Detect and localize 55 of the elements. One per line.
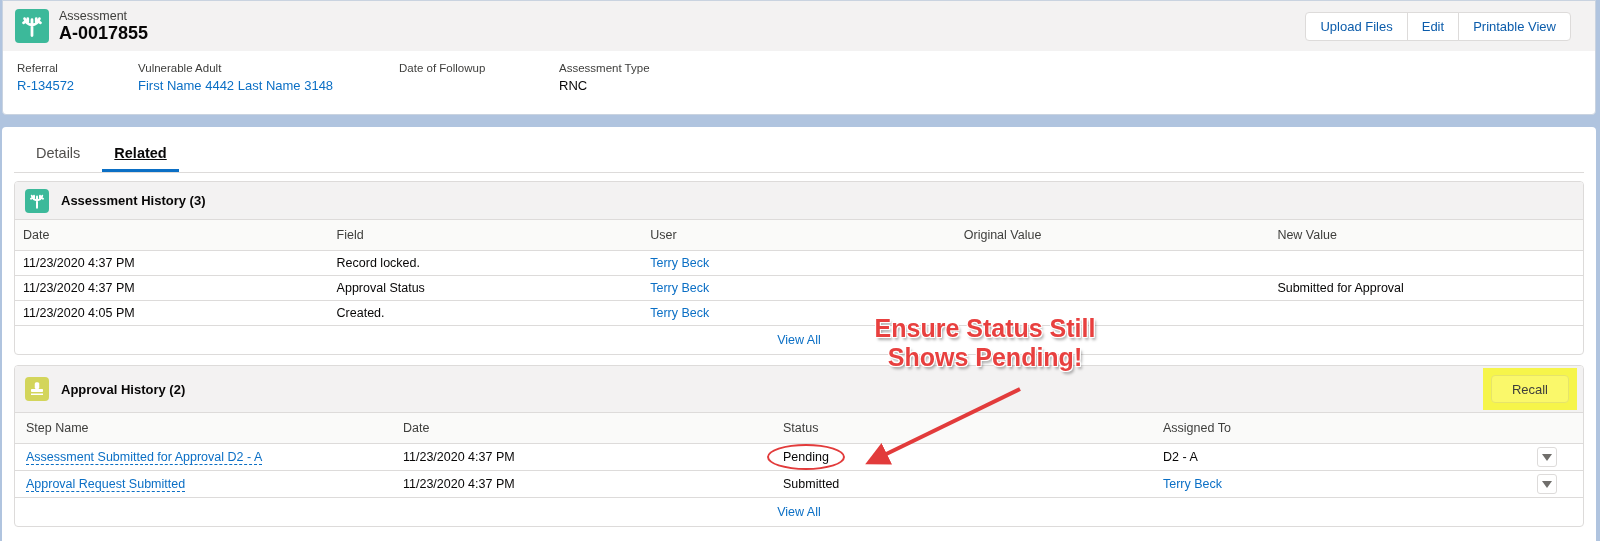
table-cell: 11/23/2020 4:37 PM bbox=[15, 250, 329, 276]
record-title: A-0017855 bbox=[59, 22, 150, 44]
callout-text: Ensure Status Still bbox=[874, 314, 1096, 343]
table-cell: Approval Status bbox=[328, 275, 643, 301]
plant-icon bbox=[25, 188, 49, 213]
circled-text: Pending bbox=[767, 444, 845, 470]
column-header: User bbox=[642, 219, 956, 251]
column-header: Date bbox=[392, 412, 772, 444]
row-menu-button[interactable] bbox=[1537, 474, 1557, 494]
table-cell: Created. bbox=[328, 300, 643, 326]
table-cell: Record locked. bbox=[328, 250, 643, 276]
user-link[interactable]: Terry Beck bbox=[1163, 477, 1223, 491]
row-menu-button[interactable] bbox=[1537, 447, 1557, 467]
column-header: Assigned To bbox=[1152, 412, 1526, 444]
table-cell: Submitted bbox=[772, 470, 1152, 498]
tab[interactable]: Details bbox=[24, 139, 93, 172]
field-link[interactable]: R-134572 bbox=[17, 78, 75, 93]
stamp-icon bbox=[25, 377, 49, 401]
plant-icon bbox=[15, 9, 49, 43]
column-header: Original Value bbox=[955, 219, 1270, 251]
field-link[interactable]: First Name 4442 Last Name 3148 bbox=[138, 78, 334, 93]
field-label: Assessment Type bbox=[559, 62, 650, 74]
user-link[interactable]: Terry Beck bbox=[650, 306, 710, 320]
column-header: Status bbox=[772, 412, 1152, 444]
tab[interactable]: Related bbox=[102, 139, 179, 172]
caret-icon bbox=[1542, 480, 1552, 488]
table-cell: 11/23/2020 4:37 PM bbox=[15, 275, 329, 301]
column-header: Field bbox=[328, 219, 643, 251]
callout-text: Shows Pending! bbox=[887, 343, 1083, 372]
view-all-link[interactable]: View All bbox=[777, 505, 821, 519]
record-link[interactable]: Assessment Submitted for Approval D2 - A bbox=[26, 450, 263, 465]
field-label: Vulnerable Adult bbox=[138, 62, 223, 74]
object-label: Assessment bbox=[59, 8, 129, 23]
field-value: RNC bbox=[559, 78, 589, 93]
column-header: New Value bbox=[1269, 219, 1583, 251]
table-cell: 11/23/2020 4:05 PM bbox=[15, 300, 329, 326]
field-label: Referral bbox=[17, 62, 59, 74]
action-button[interactable]: Printable View bbox=[1458, 11, 1571, 41]
action-button[interactable]: Edit bbox=[1406, 11, 1460, 41]
column-header: Step Name bbox=[15, 412, 392, 444]
view-all-link[interactable]: View All bbox=[777, 333, 821, 347]
user-link[interactable]: Terry Beck bbox=[650, 281, 710, 295]
caret-icon bbox=[1542, 453, 1552, 461]
table-cell: D2 - A bbox=[1152, 443, 1526, 471]
table-cell: 11/23/2020 4:37 PM bbox=[392, 443, 772, 471]
related-list-title: Assessment History (3) bbox=[61, 193, 207, 208]
column-header: Date bbox=[15, 219, 329, 251]
table-cell: 11/23/2020 4:37 PM bbox=[392, 470, 772, 498]
record-link[interactable]: Approval Request Submitted bbox=[26, 477, 186, 492]
field-label: Date of Followup bbox=[399, 62, 487, 74]
recall-button[interactable]: Recall bbox=[1490, 375, 1569, 403]
related-list-title: Approval History (2) bbox=[61, 381, 187, 397]
table-cell: Submitted for Approval bbox=[1269, 275, 1583, 301]
user-link[interactable]: Terry Beck bbox=[650, 256, 710, 270]
action-button[interactable]: Upload Files bbox=[1305, 11, 1408, 41]
